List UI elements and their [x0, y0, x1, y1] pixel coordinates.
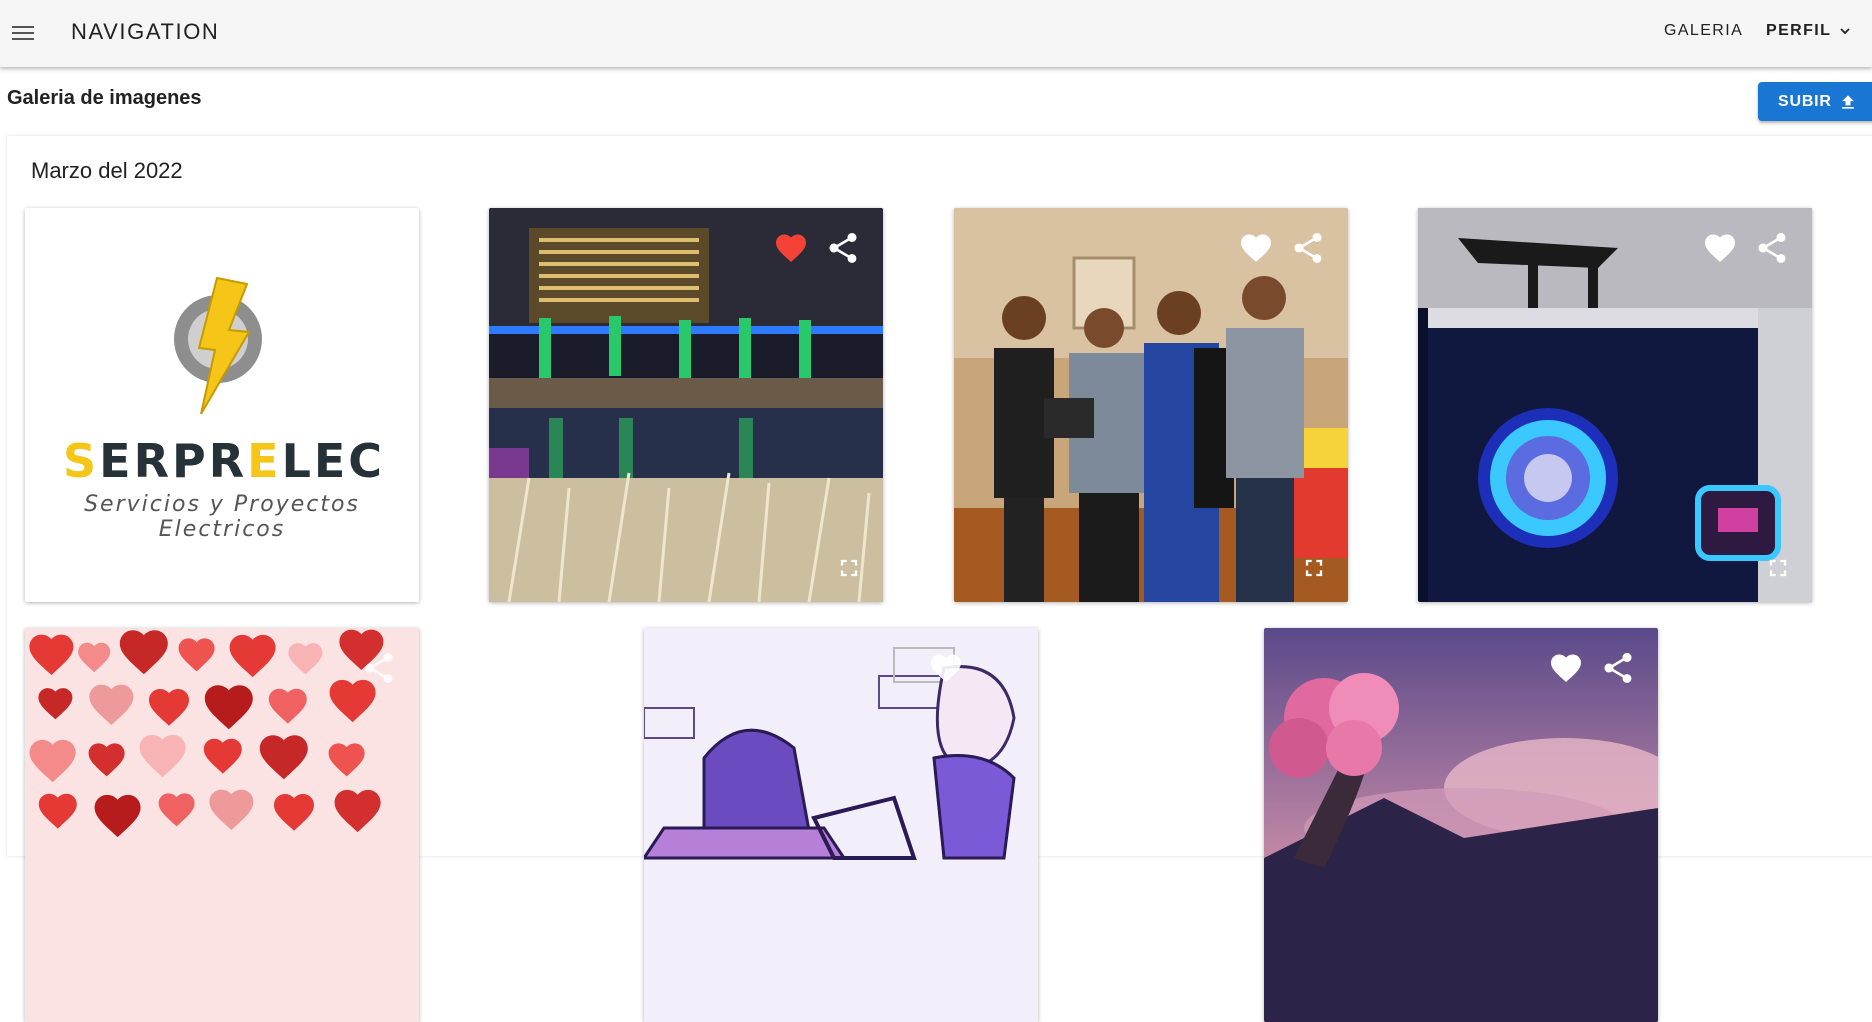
- logo-card[interactable]: SERPRELEC Servicios y Proyectos Electric…: [25, 208, 419, 602]
- share-icon[interactable]: [1290, 230, 1326, 266]
- cherry-tree-card[interactable]: [1264, 628, 1658, 1022]
- share-icon[interactable]: [825, 230, 861, 266]
- upload-icon: [1841, 94, 1854, 109]
- nav-perfil-label: PERFIL: [1766, 22, 1832, 39]
- heart-icon[interactable]: [1548, 650, 1584, 686]
- share-icon[interactable]: [1600, 650, 1636, 686]
- section-title: Marzo del 2022: [31, 158, 183, 183]
- heart-icon[interactable]: [1702, 230, 1738, 266]
- hearts-card[interactable]: [25, 628, 419, 1022]
- heart-icon[interactable]: [928, 650, 964, 686]
- app-title: NAVIGATION: [71, 19, 220, 44]
- gallery-panel: Marzo del 2022 SERPRELEC Servicios y Pro…: [7, 136, 1872, 1022]
- app-bar: NAVIGATION GALERIA PERFIL: [0, 0, 1872, 67]
- nav-galeria-button[interactable]: GALERIA: [1664, 22, 1743, 40]
- page-title: Galeria de imagenes: [7, 87, 202, 109]
- upload-button-label: SUBIR: [1778, 92, 1832, 110]
- cherry-tree-photo: [1264, 628, 1658, 1022]
- pc-case-card[interactable]: [1418, 208, 1812, 602]
- night-lake-photo: [489, 208, 883, 602]
- heart-icon[interactable]: [773, 230, 809, 266]
- pc-case-photo: [1418, 208, 1812, 602]
- share-icon[interactable]: [361, 650, 397, 686]
- upload-button[interactable]: SUBIR: [1758, 82, 1872, 121]
- chevron-down-icon: [1840, 28, 1850, 35]
- hearts-photo: [25, 628, 419, 1022]
- fullscreen-icon[interactable]: [1300, 554, 1328, 582]
- brand-name: SERPRELEC: [63, 434, 386, 488]
- family-party-photo: [954, 208, 1348, 602]
- logo-image: [171, 274, 271, 429]
- menu-icon[interactable]: [12, 22, 36, 44]
- anime-sketch-card[interactable]: [644, 628, 1038, 1022]
- anime-sketch-photo: [644, 628, 1038, 1022]
- heart-icon[interactable]: [1238, 230, 1274, 266]
- night-lake-card[interactable]: [489, 208, 883, 602]
- fullscreen-icon[interactable]: [835, 554, 863, 582]
- share-icon[interactable]: [1754, 230, 1790, 266]
- family-party-card[interactable]: [954, 208, 1348, 602]
- nav-perfil-button[interactable]: PERFIL: [1766, 22, 1853, 40]
- brand-subtitle: Servicios y Proyectos Electricos: [84, 492, 360, 542]
- fullscreen-icon[interactable]: [1764, 554, 1792, 582]
